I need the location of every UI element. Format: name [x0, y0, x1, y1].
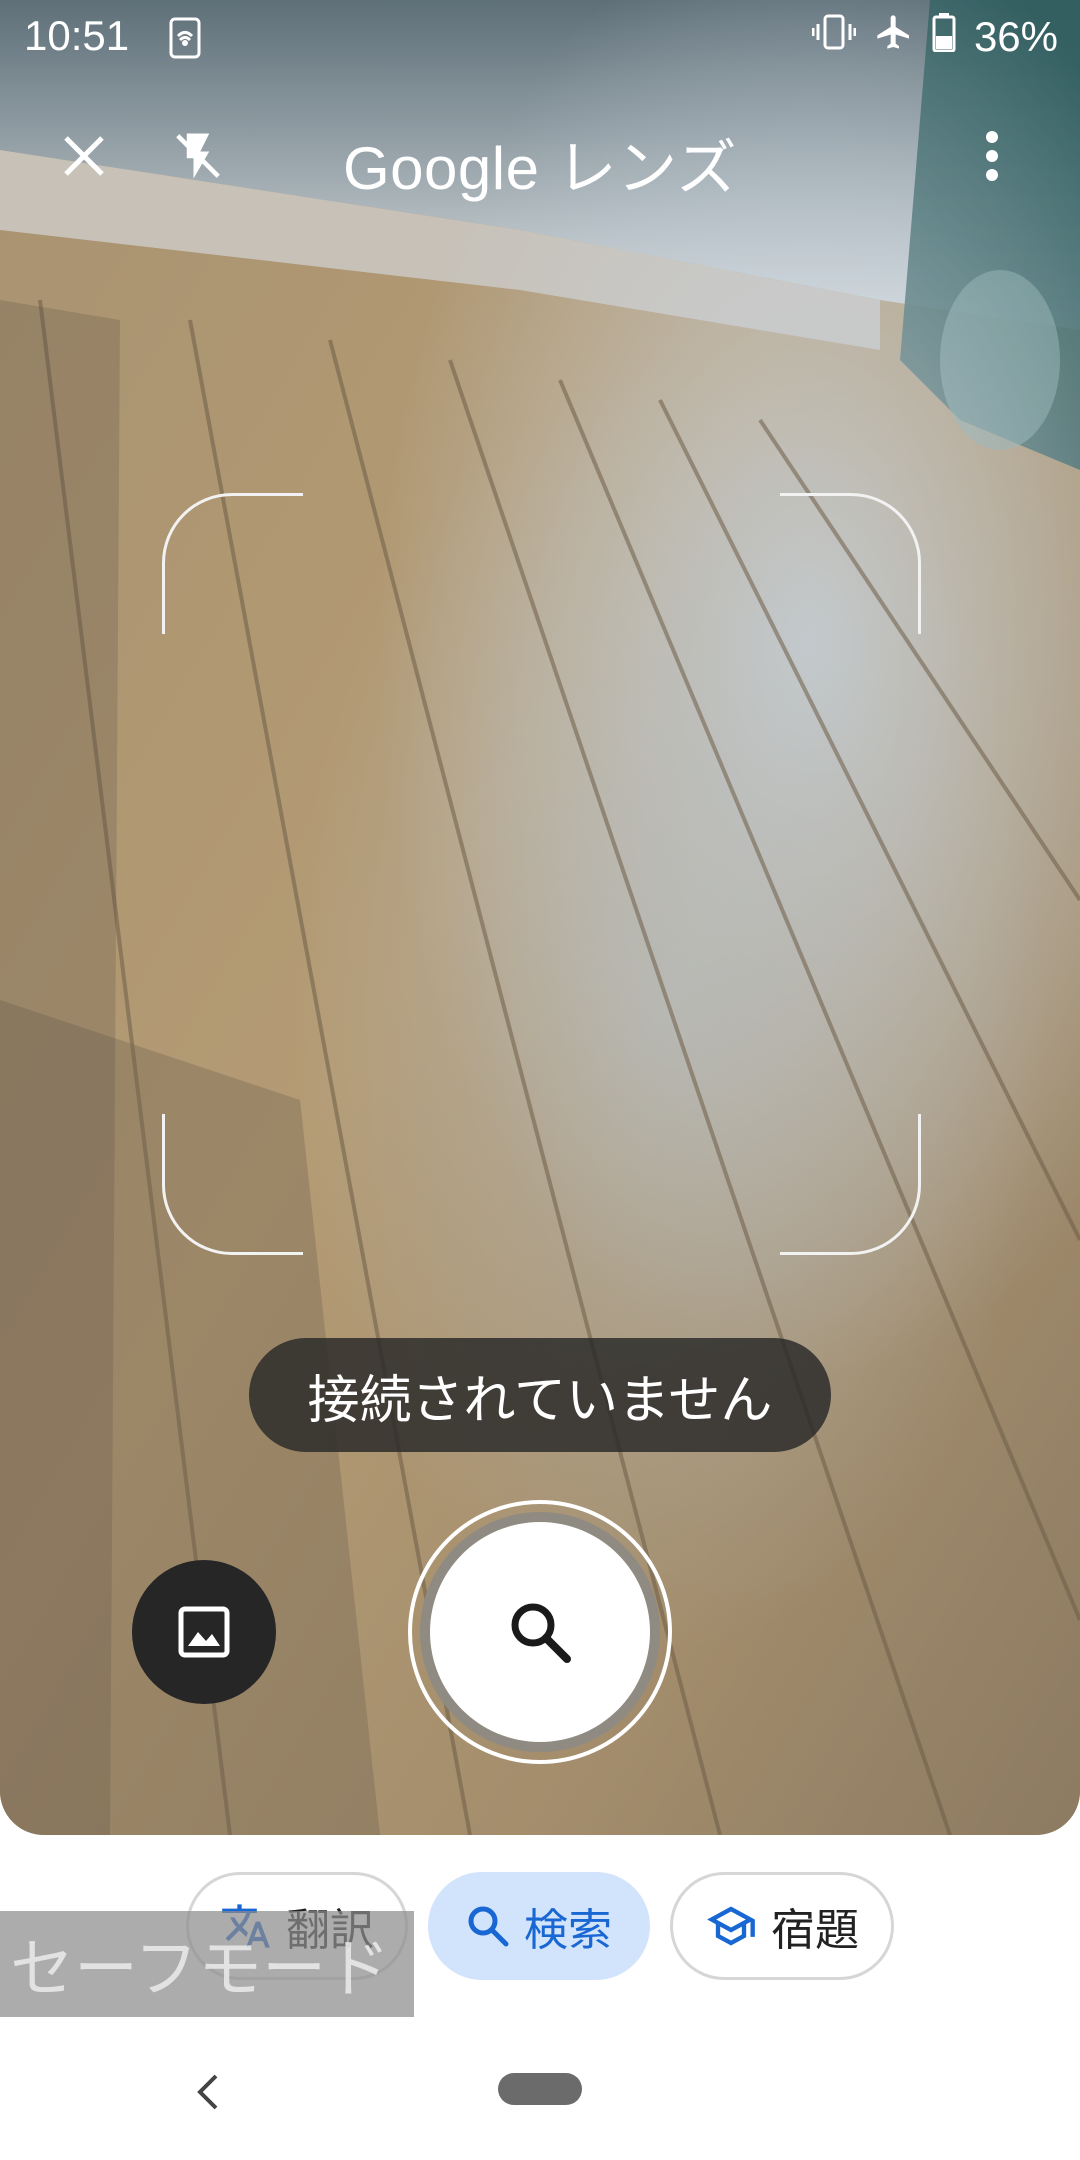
battery-icon — [932, 12, 956, 62]
app-title: Google レンズ — [343, 135, 737, 202]
shutter-inner — [430, 1522, 650, 1742]
camera-preview[interactable]: 10:51 36% Google レンズ 接続されていません — [0, 0, 1080, 1835]
mode-chip-label: 検索 — [524, 1905, 612, 1956]
nav-home-pill[interactable] — [498, 2073, 582, 2105]
airplane-icon — [874, 12, 914, 62]
search-icon — [468, 1906, 509, 1947]
mode-chip-homework[interactable]: 宿題 — [670, 1872, 894, 1980]
viewfinder-corner-top-left — [162, 493, 303, 634]
offline-toast-text: 接続されていません — [307, 1370, 773, 1431]
offline-toast: 接続されていません — [249, 1338, 831, 1452]
status-time: 10:51 — [24, 12, 130, 59]
nfc-icon — [168, 16, 202, 70]
nav-back-button[interactable] — [186, 2064, 230, 2120]
viewfinder-corner-top-right — [780, 493, 921, 634]
vibrate-icon — [811, 12, 857, 62]
school-icon — [707, 1906, 755, 1946]
viewfinder-corner-bottom-right — [780, 1114, 921, 1255]
search-shutter-button[interactable] — [408, 1500, 672, 1764]
image-icon — [178, 1606, 230, 1658]
safe-mode-indicator: セーフモード — [0, 1911, 414, 2017]
mode-chip-search[interactable]: 検索 — [428, 1872, 650, 1980]
safe-mode-label: セーフモード — [10, 1933, 391, 2007]
viewfinder-corner-bottom-left — [162, 1114, 303, 1255]
battery-percent: 36% — [973, 13, 1058, 60]
mode-chip-label: 宿題 — [771, 1905, 859, 1956]
more-options-button[interactable] — [962, 120, 1022, 192]
more-vert-icon — [986, 131, 998, 181]
shutter-ring — [420, 1512, 660, 1752]
search-icon — [511, 1603, 571, 1663]
status-bar: 10:51 36% — [0, 0, 1080, 72]
gallery-button[interactable] — [132, 1560, 276, 1704]
back-chevron-icon — [197, 2074, 218, 2110]
